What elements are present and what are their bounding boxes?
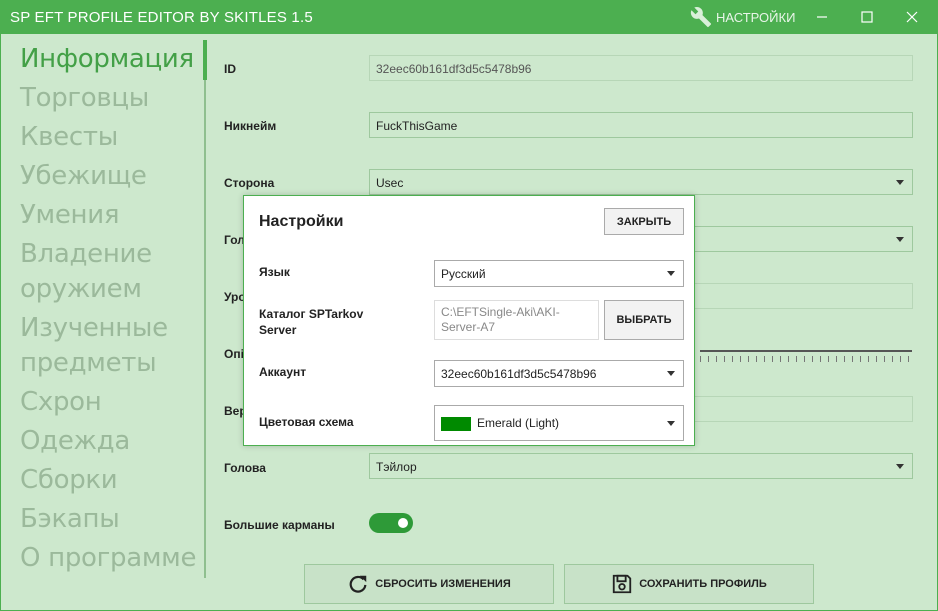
language-select[interactable]: Русский <box>434 260 684 287</box>
refresh-icon <box>349 575 367 593</box>
head-label: Голова <box>224 461 266 475</box>
slider-ticks <box>700 356 912 362</box>
server-path-line1: C:\EFTSingle-Aki\AKI- <box>441 305 560 319</box>
nav-item-skills[interactable]: Умения <box>20 198 200 233</box>
toggle-knob <box>398 518 408 528</box>
pockets-toggle[interactable] <box>369 513 413 533</box>
maximize-button[interactable] <box>855 5 879 29</box>
wrench-icon <box>690 7 712 28</box>
pockets-label: Большие карманы <box>224 518 335 532</box>
floppy-disk-icon <box>613 574 632 594</box>
account-select[interactable]: 32eec60b161df3d5c5478b96 <box>434 360 684 387</box>
side-value: Usec <box>376 176 404 190</box>
server-path-line2: Server-A7 <box>441 320 496 334</box>
settings-label: НАСТРОЙКИ <box>716 9 796 25</box>
chevron-down-icon <box>667 371 675 376</box>
voice-label: Гол <box>224 233 245 247</box>
side-label: Сторона <box>224 176 275 190</box>
id-field[interactable]: 32eec60b161df3d5c5478b96 <box>369 55 913 81</box>
color-scheme-select[interactable]: Emerald (Light) <box>434 405 684 441</box>
head-select[interactable]: Тэйлор <box>369 453 913 479</box>
browse-button[interactable]: ВЫБРАТЬ <box>604 300 684 340</box>
nav-item-info[interactable]: Информация <box>20 42 200 77</box>
nav-item-examined-items[interactable]: Изученные предметы <box>20 311 200 381</box>
minimize-icon <box>817 16 827 18</box>
maximize-icon <box>861 11 873 23</box>
save-profile-button[interactable]: СОХРАНИТЬ ПРОФИЛЬ <box>564 564 814 604</box>
color-scheme-value: Emerald (Light) <box>477 416 560 430</box>
save-label: СОХРАНИТЬ ПРОФИЛЬ <box>639 578 767 590</box>
side-select[interactable]: Usec <box>369 169 913 195</box>
server-dir-label-line2: Server <box>259 323 297 337</box>
chevron-down-icon <box>896 464 904 469</box>
sidebar-nav: Информация Торговцы Квесты Убежище Умени… <box>20 42 200 580</box>
nav-item-clothing[interactable]: Одежда <box>20 424 200 459</box>
language-value: Русский <box>441 267 486 281</box>
nav-item-weapon-mastery[interactable]: Владение оружием <box>20 237 200 307</box>
app-title: SP EFT PROFILE EDITOR BY SKITLES 1.5 <box>10 9 313 26</box>
reset-label: СБРОСИТЬ ИЗМЕНЕНИЯ <box>375 578 511 590</box>
chevron-down-icon <box>896 237 904 242</box>
server-dir-label: Каталог SPTarkov Server <box>259 306 363 338</box>
experience-label: Опі <box>224 347 244 361</box>
dialog-title: Настройки <box>259 213 344 230</box>
language-label: Язык <box>259 265 290 279</box>
nav-item-presets[interactable]: Сборки <box>20 463 200 498</box>
color-scheme-label: Цветовая схема <box>259 415 354 429</box>
nav-active-indicator <box>203 40 207 80</box>
server-dir-label-line1: Каталог SPTarkov <box>259 307 364 321</box>
chevron-down-icon <box>667 421 675 426</box>
id-label: ID <box>224 62 236 76</box>
minimize-button[interactable] <box>810 5 834 29</box>
color-swatch <box>441 416 471 431</box>
chevron-down-icon <box>896 180 904 185</box>
settings-button[interactable]: НАСТРОЙКИ <box>690 5 795 29</box>
settings-dialog: Настройки ЗАКРЫТЬ Язык Русский Каталог S… <box>243 195 695 446</box>
nav-divider <box>204 40 206 578</box>
nickname-field[interactable]: FuckThisGame <box>369 112 913 138</box>
nav-item-quests[interactable]: Квесты <box>20 120 200 155</box>
close-dialog-button[interactable]: ЗАКРЫТЬ <box>604 208 684 235</box>
nav-item-traders[interactable]: Торговцы <box>20 81 200 116</box>
nickname-label: Никнейм <box>224 119 277 133</box>
nav-item-about[interactable]: О программе <box>20 541 200 576</box>
title-bar: SP EFT PROFILE EDITOR BY SKITLES 1.5 НАС… <box>0 0 938 34</box>
reset-changes-button[interactable]: СБРОСИТЬ ИЗМЕНЕНИЯ <box>304 564 554 604</box>
nav-item-backups[interactable]: Бэкапы <box>20 502 200 537</box>
head-value: Тэйлор <box>376 460 417 474</box>
account-value: 32eec60b161df3d5c5478b96 <box>441 367 597 381</box>
account-label: Аккаунт <box>259 365 307 379</box>
close-window-button[interactable] <box>900 5 924 29</box>
server-path-field[interactable]: C:\EFTSingle-Aki\AKI- Server-A7 <box>434 300 599 340</box>
chevron-down-icon <box>667 271 675 276</box>
nav-item-hideout[interactable]: Убежище <box>20 159 200 194</box>
close-icon <box>906 11 918 23</box>
experience-slider[interactable] <box>700 350 912 352</box>
nav-item-stash[interactable]: Схрон <box>20 385 200 420</box>
